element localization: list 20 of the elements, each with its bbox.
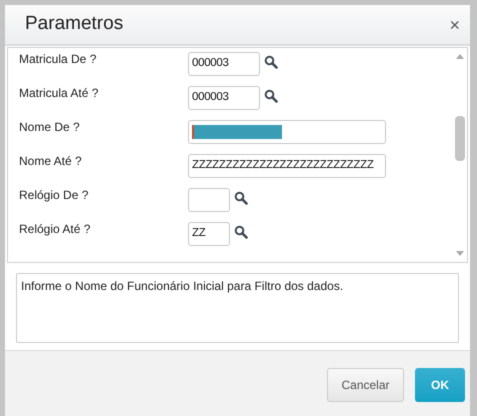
close-button[interactable]: ×: [449, 16, 460, 34]
search-icon[interactable]: [234, 225, 248, 239]
input-field[interactable]: 000003: [188, 52, 260, 76]
input-field[interactable]: ZZ: [188, 222, 230, 246]
search-icon[interactable]: [234, 191, 248, 205]
field-label: Relógio Até ?: [19, 221, 92, 238]
input-field[interactable]: 000003: [188, 86, 260, 110]
field-label: Nome Até ?: [19, 153, 83, 170]
search-icon[interactable]: [264, 55, 278, 69]
field-label: Relógio De ?: [19, 187, 90, 204]
help-text-box: Informe o Nome do Funcionário Inicial para Filtro dos dados.: [16, 273, 459, 343]
input-field[interactable]: [188, 188, 230, 212]
field-label: Matricula Até ?: [19, 85, 100, 102]
dialog-title: Parametros: [25, 12, 124, 36]
input-field[interactable]: ZZZZZZZZZZZZZZZZZZZZZZZZZZZ: [188, 154, 386, 178]
search-icon[interactable]: [264, 89, 278, 103]
field-label: Matricula De ?: [19, 51, 98, 68]
cancel-button[interactable]: Cancelar: [327, 368, 404, 402]
input-field[interactable]: [188, 120, 386, 144]
field-label: Nome De ?: [19, 119, 81, 136]
